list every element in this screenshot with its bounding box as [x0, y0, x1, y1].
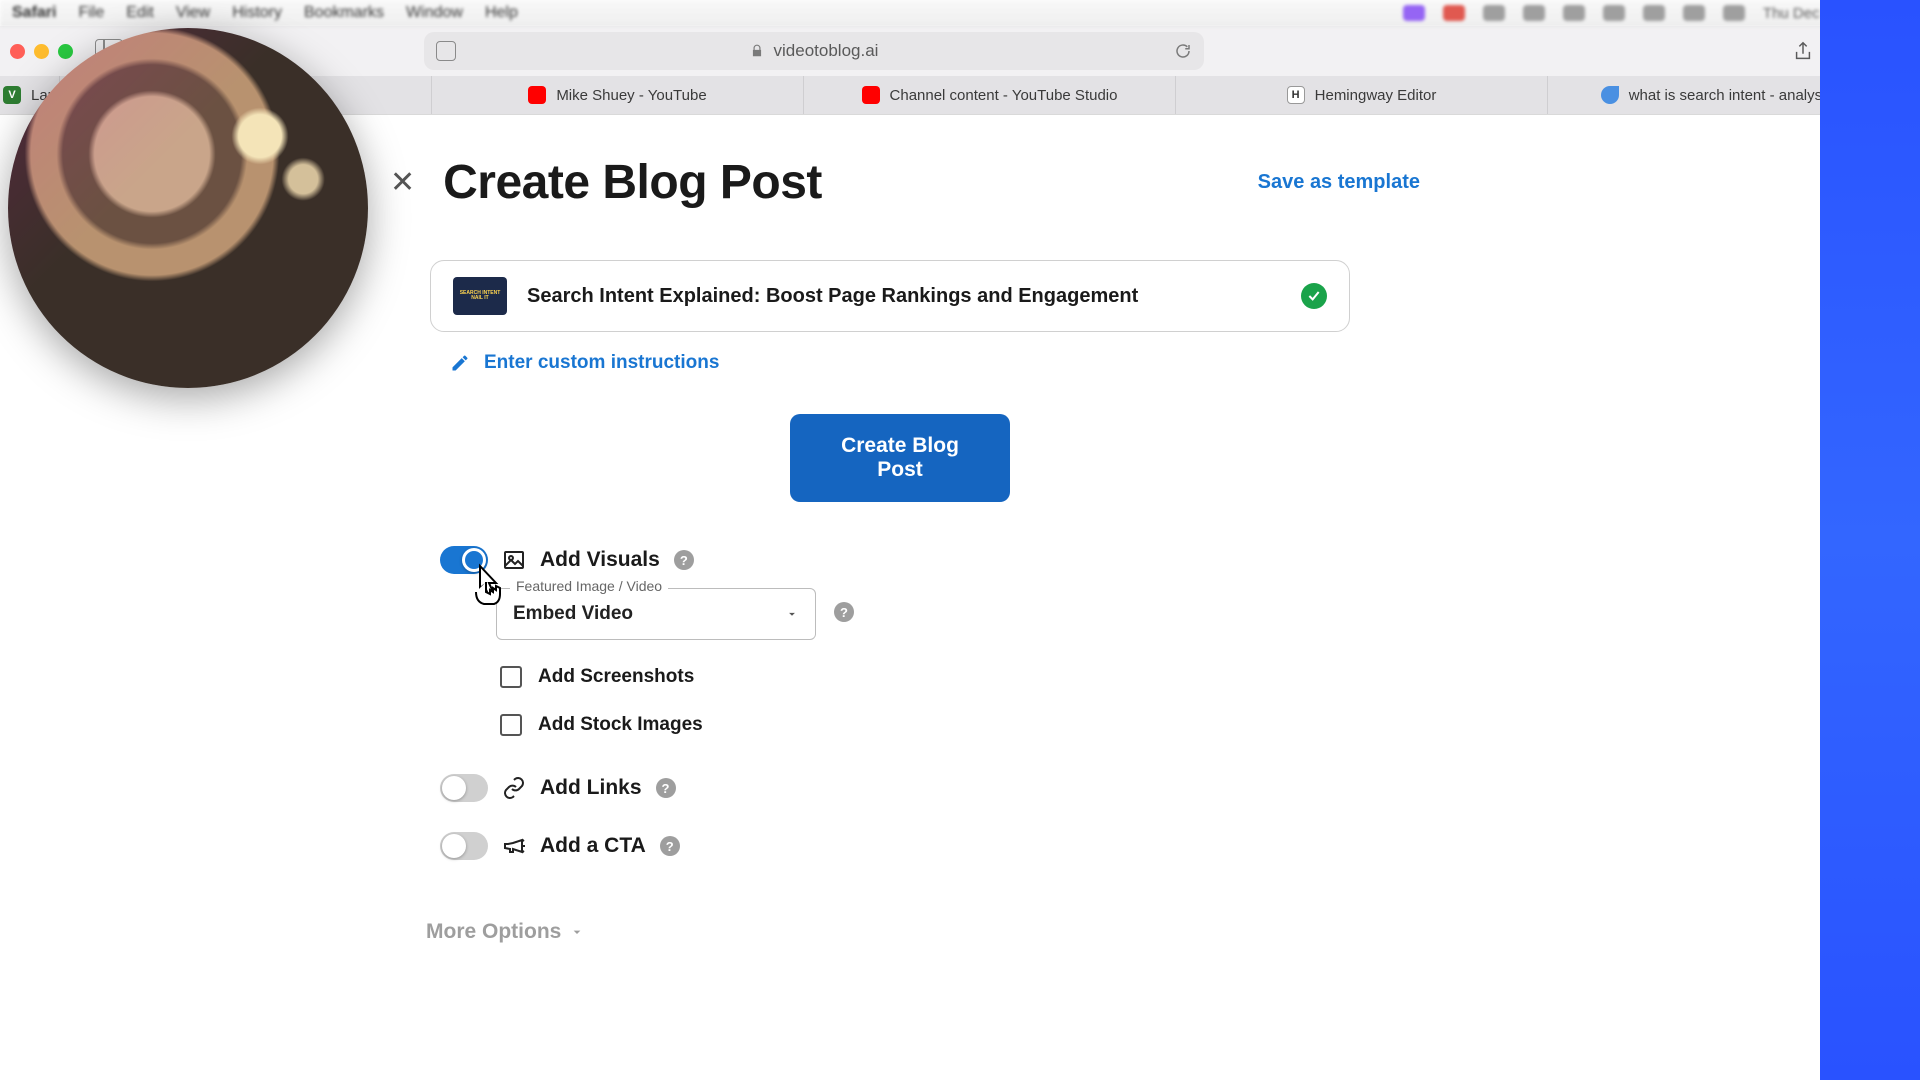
- help-icon[interactable]: ?: [656, 778, 676, 798]
- add-visuals-label: Add Visuals: [540, 548, 660, 572]
- help-icon[interactable]: ?: [660, 836, 680, 856]
- add-cta-toggle[interactable]: [440, 832, 488, 860]
- status-icon[interactable]: [1603, 5, 1625, 21]
- browser-tab[interactable]: Mike Shuey - YouTube: [432, 76, 804, 114]
- add-links-label: Add Links: [540, 776, 642, 800]
- video-title: Search Intent Explained: Boost Page Rank…: [527, 285, 1281, 308]
- browser-tab[interactable]: HHemingway Editor: [1176, 76, 1548, 114]
- status-icon[interactable]: [1563, 5, 1585, 21]
- lock-icon: [750, 44, 764, 58]
- menu-view[interactable]: View: [176, 4, 210, 22]
- menu-edit[interactable]: Edit: [126, 4, 154, 22]
- webcam-overlay: [8, 28, 368, 388]
- add-screenshots-row[interactable]: Add Screenshots: [500, 666, 1920, 688]
- checkbox-icon[interactable]: [500, 666, 522, 688]
- browser-tab[interactable]: Channel content - YouTube Studio: [804, 76, 1176, 114]
- video-thumbnail: SEARCH INTENT NAIL IT: [453, 277, 507, 315]
- custom-instructions-link[interactable]: Enter custom instructions: [450, 352, 1920, 374]
- menu-bookmarks[interactable]: Bookmarks: [304, 4, 384, 22]
- add-links-toggle[interactable]: [440, 774, 488, 802]
- image-icon: [502, 548, 526, 572]
- checkbox-icon[interactable]: [500, 714, 522, 736]
- macos-menubar: Safari File Edit View History Bookmarks …: [0, 0, 1920, 26]
- pencil-icon: [450, 353, 470, 373]
- add-visuals-toggle[interactable]: [440, 546, 488, 574]
- menu-file[interactable]: File: [78, 4, 104, 22]
- address-host: videotoblog.ai: [774, 41, 879, 61]
- featured-media-value: Embed Video: [513, 603, 633, 625]
- favicon-icon: [1601, 86, 1619, 104]
- reader-mode-icon[interactable]: [436, 41, 456, 61]
- more-options-toggle[interactable]: More Options: [426, 920, 1920, 944]
- close-icon[interactable]: ✕: [390, 165, 415, 200]
- menu-window[interactable]: Window: [406, 4, 463, 22]
- save-as-template-link[interactable]: Save as template: [1258, 171, 1420, 194]
- chevron-down-icon: [785, 607, 799, 621]
- status-icon[interactable]: [1683, 5, 1705, 21]
- featured-media-select[interactable]: Featured Image / Video Embed Video ?: [496, 588, 816, 640]
- source-video-card[interactable]: SEARCH INTENT NAIL IT Search Intent Expl…: [430, 260, 1350, 332]
- chevron-down-icon: [569, 924, 585, 940]
- help-icon[interactable]: ?: [834, 602, 854, 622]
- decorative-sidebar: [1820, 0, 1920, 1080]
- add-stock-images-row[interactable]: Add Stock Images: [500, 714, 1920, 736]
- favicon-icon: [862, 86, 880, 104]
- featured-media-label: Featured Image / Video: [510, 578, 668, 594]
- status-icon[interactable]: [1483, 5, 1505, 21]
- status-icon[interactable]: [1523, 5, 1545, 21]
- megaphone-icon: [502, 834, 526, 858]
- check-icon: [1301, 283, 1327, 309]
- status-icon[interactable]: [1643, 5, 1665, 21]
- reload-icon[interactable]: [1174, 42, 1192, 60]
- page-title: Create Blog Post: [443, 155, 822, 210]
- menu-history[interactable]: History: [232, 4, 282, 22]
- status-icon[interactable]: [1443, 5, 1465, 21]
- address-bar[interactable]: videotoblog.ai: [424, 32, 1204, 70]
- add-cta-row: Add a CTA ?: [440, 832, 1920, 860]
- link-icon: [502, 776, 526, 800]
- add-links-row: Add Links ?: [440, 774, 1920, 802]
- share-icon[interactable]: [1792, 40, 1814, 62]
- app-name[interactable]: Safari: [12, 4, 56, 22]
- add-cta-label: Add a CTA: [540, 834, 646, 858]
- menu-help[interactable]: Help: [485, 4, 518, 22]
- add-visuals-row: Add Visuals ?: [440, 546, 1920, 574]
- favicon-icon: [528, 86, 546, 104]
- status-icon[interactable]: [1403, 5, 1425, 21]
- create-blog-post-button[interactable]: Create Blog Post: [790, 414, 1010, 502]
- favicon-icon: H: [1287, 86, 1305, 104]
- status-icon[interactable]: [1723, 5, 1745, 21]
- help-icon[interactable]: ?: [674, 550, 694, 570]
